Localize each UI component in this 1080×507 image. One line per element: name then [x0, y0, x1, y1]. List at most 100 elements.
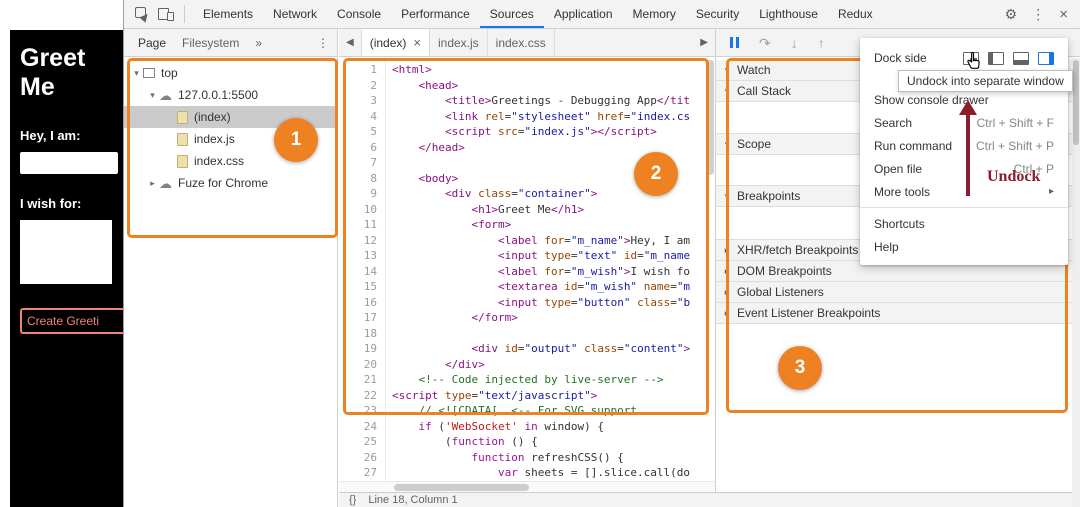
editor-tab-label: index.js [437, 35, 479, 50]
annotation-badge-3: 3 [778, 346, 822, 390]
tab-lighthouse[interactable]: Lighthouse [749, 0, 828, 28]
chevron-down-icon: ▾ [724, 85, 730, 96]
code-line: <input type="text" id="m_name [497, 249, 691, 262]
code-line: // <![CDATA[ <-- For SVG support [418, 404, 638, 417]
devtools-main-toolbar: Elements Network Console Performance Sources… [124, 0, 1080, 29]
chevron-down-icon[interactable]: ▾ [130, 68, 143, 79]
code-line: <title>Greetings - Debugging App</tit [444, 94, 691, 107]
annotation-badge-2: 2 [634, 152, 678, 196]
navigator-tab-filesystem[interactable]: Filesystem [182, 36, 239, 50]
line-number: 9 [370, 187, 377, 200]
window-scrollbar[interactable] [1072, 58, 1080, 507]
editor-tab-index-css[interactable]: index.css [488, 29, 555, 56]
kebab-menu-icon[interactable]: ⋮ [1031, 6, 1045, 23]
editor-tab-label: (index) [369, 35, 407, 50]
tab-performance[interactable]: Performance [391, 0, 480, 28]
line-number: 5 [370, 125, 377, 138]
chevron-right-icon[interactable]: ▸ [146, 178, 159, 189]
code-line: <html> [392, 63, 432, 76]
inspect-element-icon[interactable] [135, 7, 151, 23]
editor-status-bar: {} Line 18, Column 1 [339, 492, 1080, 507]
tree-item-127-0-0-1-5500[interactable]: ▾ ☁ 127.0.0.1:5500 [124, 84, 337, 106]
name-label: Hey, I am: [20, 127, 81, 143]
format-code-icon[interactable]: {} [349, 495, 356, 507]
tree-item-label: Fuze for Chrome [178, 176, 269, 190]
chevron-down-icon[interactable]: ▾ [146, 90, 159, 101]
toggle-navigator-icon[interactable]: ◀ [339, 29, 362, 56]
menu-item-help[interactable]: Help [860, 235, 1068, 258]
dock-left-icon[interactable] [988, 51, 1004, 65]
device-toolbar-icon[interactable] [158, 7, 174, 21]
menu-item-label: Search [874, 115, 913, 130]
dock-side-row: Dock side [860, 44, 1068, 72]
menu-item-shortcuts[interactable]: Shortcuts [860, 212, 1068, 235]
dock-bottom-icon[interactable] [1013, 51, 1029, 65]
scrollbar-thumb[interactable] [707, 60, 714, 175]
code-line: <script type="text/javascript"> [392, 388, 598, 402]
menu-item-label: Open file [874, 161, 923, 176]
open-file-pane-icon[interactable]: ▶ [693, 29, 715, 56]
line-number: 3 [370, 94, 377, 107]
name-input[interactable] [20, 151, 118, 174]
chevron-right-icon: ▸ [724, 286, 730, 297]
tree-item-label: (index) [194, 110, 231, 124]
line-number: 17 [363, 311, 377, 324]
tab-network[interactable]: Network [263, 0, 327, 28]
menu-item-label: Shortcuts [874, 216, 925, 231]
step-out-icon[interactable]: ↑ [818, 36, 825, 50]
step-over-icon[interactable]: ↷ [759, 36, 771, 50]
wish-label: I wish for: [20, 195, 82, 211]
tab-console[interactable]: Console [327, 0, 391, 28]
section-label: Breakpoints [737, 189, 801, 203]
section-label: Event Listener Breakpoints [737, 306, 881, 320]
tab-redux[interactable]: Redux [828, 0, 883, 28]
code-content[interactable]: <html> <head> <title>Greetings - Debuggi… [392, 62, 715, 492]
code-editor[interactable]: 1 2 3 4 5 6 7 8 9 10 11 12 13 14 15 16 17 18 19 20 21 22 23 24 2… [339, 57, 715, 492]
tab-elements[interactable]: Elements [193, 0, 263, 28]
scrollbar-thumb[interactable] [394, 484, 529, 491]
editor-vertical-scrollbar[interactable] [707, 60, 714, 478]
code-line: (function () { [392, 435, 538, 448]
tab-memory[interactable]: Memory [623, 0, 686, 28]
dock-right-icon[interactable] [1038, 51, 1054, 65]
tree-item-label: index.css [194, 154, 245, 168]
navigator-tab-page[interactable]: Page [138, 36, 166, 50]
navigator-tabs: Page Filesystem [138, 36, 239, 50]
frame-icon [143, 68, 155, 78]
wish-textarea[interactable] [20, 220, 112, 284]
gear-icon[interactable]: ⚙ [1005, 6, 1018, 23]
chevron-down-icon: ▾ [724, 64, 730, 75]
code-line: <input type="button" class="b [497, 295, 691, 309]
line-number: 1 [370, 63, 377, 76]
tree-item-fuze-for-chrome[interactable]: ▸ ☁ Fuze for Chrome [124, 172, 337, 194]
code-line: </head> [418, 140, 465, 154]
create-greeting-button[interactable]: Create Greeti [20, 308, 123, 334]
section-label: Call Stack [737, 84, 792, 98]
step-into-icon[interactable]: ↓ [791, 36, 798, 50]
section-label: Watch [737, 63, 771, 77]
dock-side-label: Dock side [874, 51, 927, 65]
overflow-tabs-icon[interactable]: » [255, 36, 262, 50]
editor-horizontal-scrollbar[interactable] [339, 481, 715, 492]
scrollbar-thumb[interactable] [1073, 60, 1079, 145]
editor-tab-index-js[interactable]: index.js [430, 29, 488, 56]
pause-icon[interactable] [730, 37, 739, 48]
menu-separator [860, 207, 1068, 208]
code-line: <head> [418, 78, 459, 92]
tree-item-top[interactable]: ▾ top [124, 62, 337, 84]
section-global-listeners[interactable]: ▸ Global Listeners [716, 282, 1080, 303]
tab-security[interactable]: Security [686, 0, 749, 28]
close-icon[interactable]: × [1059, 6, 1068, 23]
toolbar-right-icons: ⚙ ⋮ × [1005, 6, 1080, 23]
section-event-listener-breakpoints[interactable]: ▸ Event Listener Breakpoints [716, 303, 1080, 324]
navigator-kebab-icon[interactable]: ⋮ [317, 36, 337, 50]
editor-tabs: (index) × index.js index.css [361, 29, 555, 56]
code-line: <textarea id="m_wish" name="m [497, 280, 691, 293]
close-tab-icon[interactable]: × [413, 35, 421, 50]
tab-sources[interactable]: Sources [480, 0, 544, 28]
menu-item-run-command[interactable]: Run command Ctrl + Shift + P [860, 134, 1068, 157]
code-line: var sheets = [].slice.call(do [497, 466, 691, 479]
line-number: 4 [370, 109, 377, 123]
editor-tab-index[interactable]: (index) × [361, 29, 430, 56]
tab-application[interactable]: Application [544, 0, 623, 28]
